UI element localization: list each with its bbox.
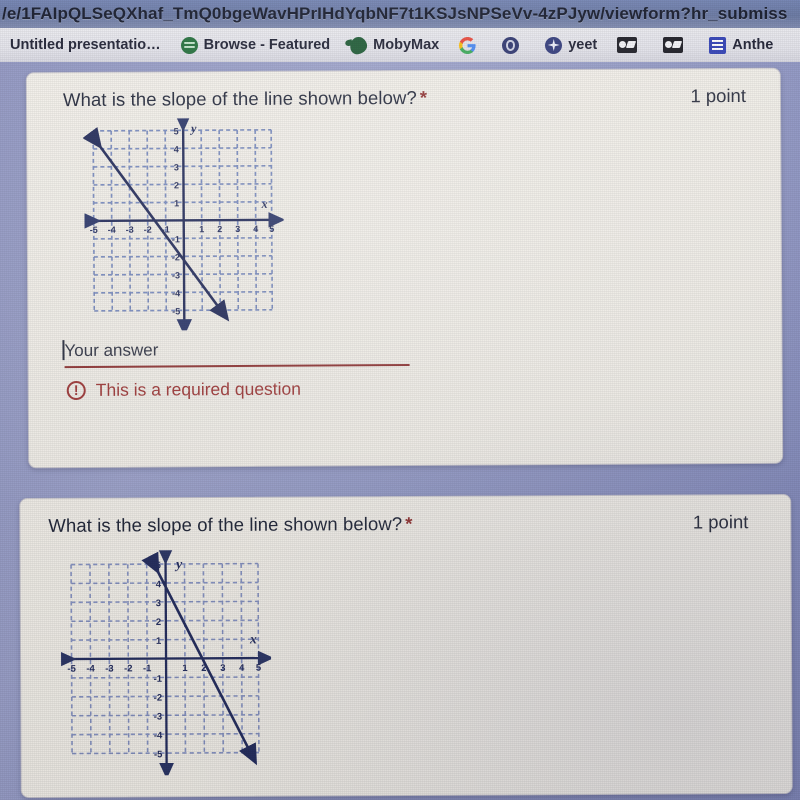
question-title: What is the slope of the line shown belo… (48, 513, 412, 537)
question-card-2: What is the slope of the line shown belo… (19, 493, 793, 799)
screen-photo: /e/1FAIpQLSeQXhaf_TmQ0bgeWavHPrIHdYqbNF7… (0, 0, 800, 800)
svg-text:1: 1 (199, 224, 204, 234)
dark-circle-icon (502, 36, 520, 54)
bookmarks-bar: Untitled presentatio… Browse - Featured … (0, 28, 800, 62)
question-card-1: What is the slope of the line shown belo… (25, 67, 784, 469)
svg-text:2: 2 (217, 224, 222, 234)
svg-text:4: 4 (239, 663, 245, 674)
bookmark-label: Anthe (732, 36, 774, 53)
bookmark-mobymax[interactable]: MobyMax (340, 28, 449, 62)
svg-text:-3: -3 (154, 711, 162, 722)
graph-2-wrapper: x y -5 -4 -3 -2 -1 123 45 543 21 -1 -2 -3 -4-… (20, 533, 791, 776)
required-asterisk: * (419, 86, 428, 108)
required-asterisk: * (405, 512, 413, 535)
svg-text:1: 1 (156, 636, 161, 647)
bookmark-google[interactable] (449, 28, 492, 62)
svg-text:5: 5 (269, 224, 274, 234)
svg-text:-5: -5 (90, 225, 98, 235)
y-axis-label: y (189, 121, 197, 135)
question-title-text: What is the slope of the line shown belo… (48, 513, 403, 536)
svg-text:5: 5 (256, 663, 261, 674)
svg-text:-5: -5 (172, 306, 180, 316)
glasses-icon (617, 37, 638, 53)
svg-text:-3: -3 (105, 663, 113, 674)
browser-address-bar[interactable]: /e/1FAIpQLSeQXhaf_TmQ0bgeWavHPrIHdYqbNF7… (0, 0, 800, 28)
svg-text:-5: -5 (67, 664, 75, 675)
url-text: /e/1FAIpQLSeQXhaf_TmQ0bgeWavHPrIHdYqbNF7… (2, 4, 788, 23)
svg-text:-1: -1 (154, 674, 162, 685)
bookmark-browse-featured[interactable]: Browse - Featured (171, 28, 341, 62)
required-error-1: This is a required question (66, 376, 782, 401)
svg-text:-2: -2 (124, 663, 132, 674)
svg-text:-1: -1 (143, 663, 151, 674)
error-text: This is a required question (95, 378, 302, 400)
graph-1-wrapper: x y -5 -4 -3 -2 -1 123 45 543 21 -1 -2 -3 -4-… (27, 107, 781, 332)
spotify-icon (180, 36, 198, 54)
svg-text:1: 1 (182, 663, 187, 674)
question-header: What is the slope of the line shown belo… (20, 495, 790, 537)
mobymax-icon (348, 34, 369, 56)
coordinate-graph-1: x y -5 -4 -3 -2 -1 123 45 543 21 -1-2-3 -4-… (83, 117, 285, 331)
svg-text:4: 4 (156, 579, 162, 590)
svg-text:5: 5 (174, 126, 179, 136)
svg-text:1: 1 (174, 198, 179, 208)
svg-text:4: 4 (253, 224, 258, 234)
bookmark-yeet[interactable]: yeet (535, 28, 607, 62)
bookmark-label: Untitled presentatio… (10, 36, 161, 53)
svg-text:-4: -4 (154, 730, 163, 741)
svg-text:3: 3 (174, 162, 179, 172)
question-points: 1 point (690, 84, 747, 107)
bookmark-dark-circle[interactable] (492, 28, 535, 62)
svg-text:3: 3 (220, 663, 225, 674)
svg-text:-4: -4 (172, 288, 180, 298)
bookmark-glasses-2[interactable] (653, 28, 699, 62)
warning-icon (66, 380, 86, 401)
bookmark-glasses-1[interactable] (607, 28, 653, 62)
svg-text:3: 3 (156, 598, 161, 609)
question-title: What is the slope of the line shown belo… (63, 87, 427, 111)
question-points: 1 point (692, 511, 749, 533)
answer-placeholder: Your answer (64, 339, 409, 366)
google-icon (459, 36, 476, 54)
answer-field-1[interactable]: Your answer (64, 339, 410, 369)
bookmark-label: yeet (568, 36, 598, 53)
svg-text:3: 3 (235, 224, 240, 234)
svg-text:2: 2 (174, 180, 179, 190)
svg-text:-2: -2 (144, 225, 152, 235)
question-header: What is the slope of the line shown belo… (27, 69, 780, 112)
blue-document-icon (709, 36, 727, 54)
glasses-icon (663, 37, 684, 53)
svg-text:-2: -2 (154, 693, 162, 704)
question-title-text: What is the slope of the line shown belo… (62, 86, 417, 111)
svg-text:-3: -3 (172, 270, 180, 280)
x-axis-label: x (261, 197, 268, 211)
svg-text:4: 4 (174, 144, 179, 154)
bookmark-label: Browse - Featured (203, 36, 331, 53)
svg-text:-4: -4 (86, 664, 95, 675)
svg-text:-4: -4 (108, 225, 116, 235)
bookmark-anthem[interactable]: Anthe (699, 28, 783, 62)
y-axis-label: y (174, 556, 183, 571)
svg-text:2: 2 (156, 617, 161, 628)
tick-labels: -5 -4 -3 -2 -1 123 45 543 21 -1-2-3 -4-5 (67, 560, 261, 760)
svg-text:-5: -5 (154, 749, 162, 760)
bookmark-untitled-presentation[interactable]: Untitled presentatio… (0, 28, 171, 62)
google-form-page: What is the slope of the line shown belo… (0, 62, 800, 800)
svg-text:-1: -1 (172, 234, 180, 244)
svg-text:-3: -3 (126, 225, 134, 235)
bookmark-label: MobyMax (373, 36, 440, 53)
coordinate-graph-2: x y -5 -4 -3 -2 -1 123 45 543 21 -1-2-3 -4-… (60, 549, 272, 776)
sparkle-circle-icon (545, 36, 563, 54)
axes (84, 117, 285, 331)
x-axis-label: x (249, 631, 257, 646)
